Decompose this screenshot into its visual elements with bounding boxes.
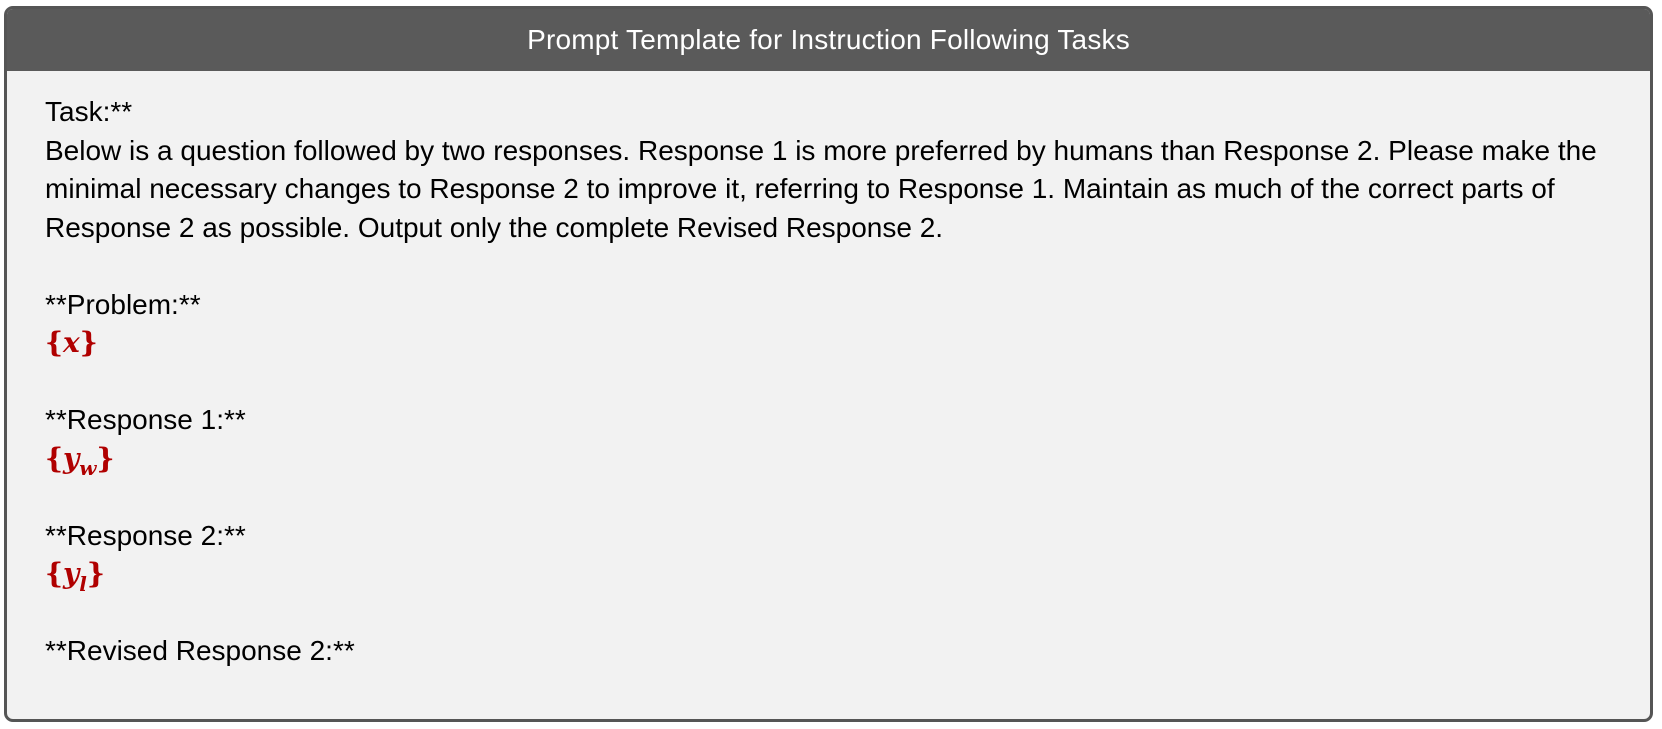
response1-label: **Response 1:** (45, 404, 246, 435)
response1-variable: {yw} (45, 440, 1614, 479)
task-instructions: Below is a question followed by two resp… (45, 134, 1597, 243)
variable-subscript: l (79, 571, 87, 596)
brace-open: { (45, 326, 64, 359)
card-body: Task:** Below is a question followed by … (7, 71, 1650, 671)
revised-response-label: **Revised Response 2:** (45, 635, 355, 666)
problem-variable: {x} (45, 324, 1614, 363)
brace-close: } (79, 326, 98, 359)
brace-open: { (45, 441, 64, 475)
brace-close: } (96, 441, 115, 475)
variable-symbol: y (63, 557, 80, 590)
task-label: Task:** (45, 96, 133, 127)
variable-symbol: y (63, 441, 80, 475)
variable-subscript: w (79, 456, 97, 481)
response2-variable: {yl} (45, 555, 1614, 594)
response2-label: **Response 2:** (45, 519, 246, 551)
brace-open: { (45, 557, 64, 590)
card-header: Prompt Template for Instruction Followin… (7, 9, 1650, 71)
problem-label: **Problem:** (45, 288, 201, 320)
prompt-template-card: Prompt Template for Instruction Followin… (4, 6, 1653, 722)
variable-symbol: x (63, 326, 80, 359)
brace-close: } (86, 557, 105, 590)
card-title: Prompt Template for Instruction Followin… (527, 24, 1130, 55)
